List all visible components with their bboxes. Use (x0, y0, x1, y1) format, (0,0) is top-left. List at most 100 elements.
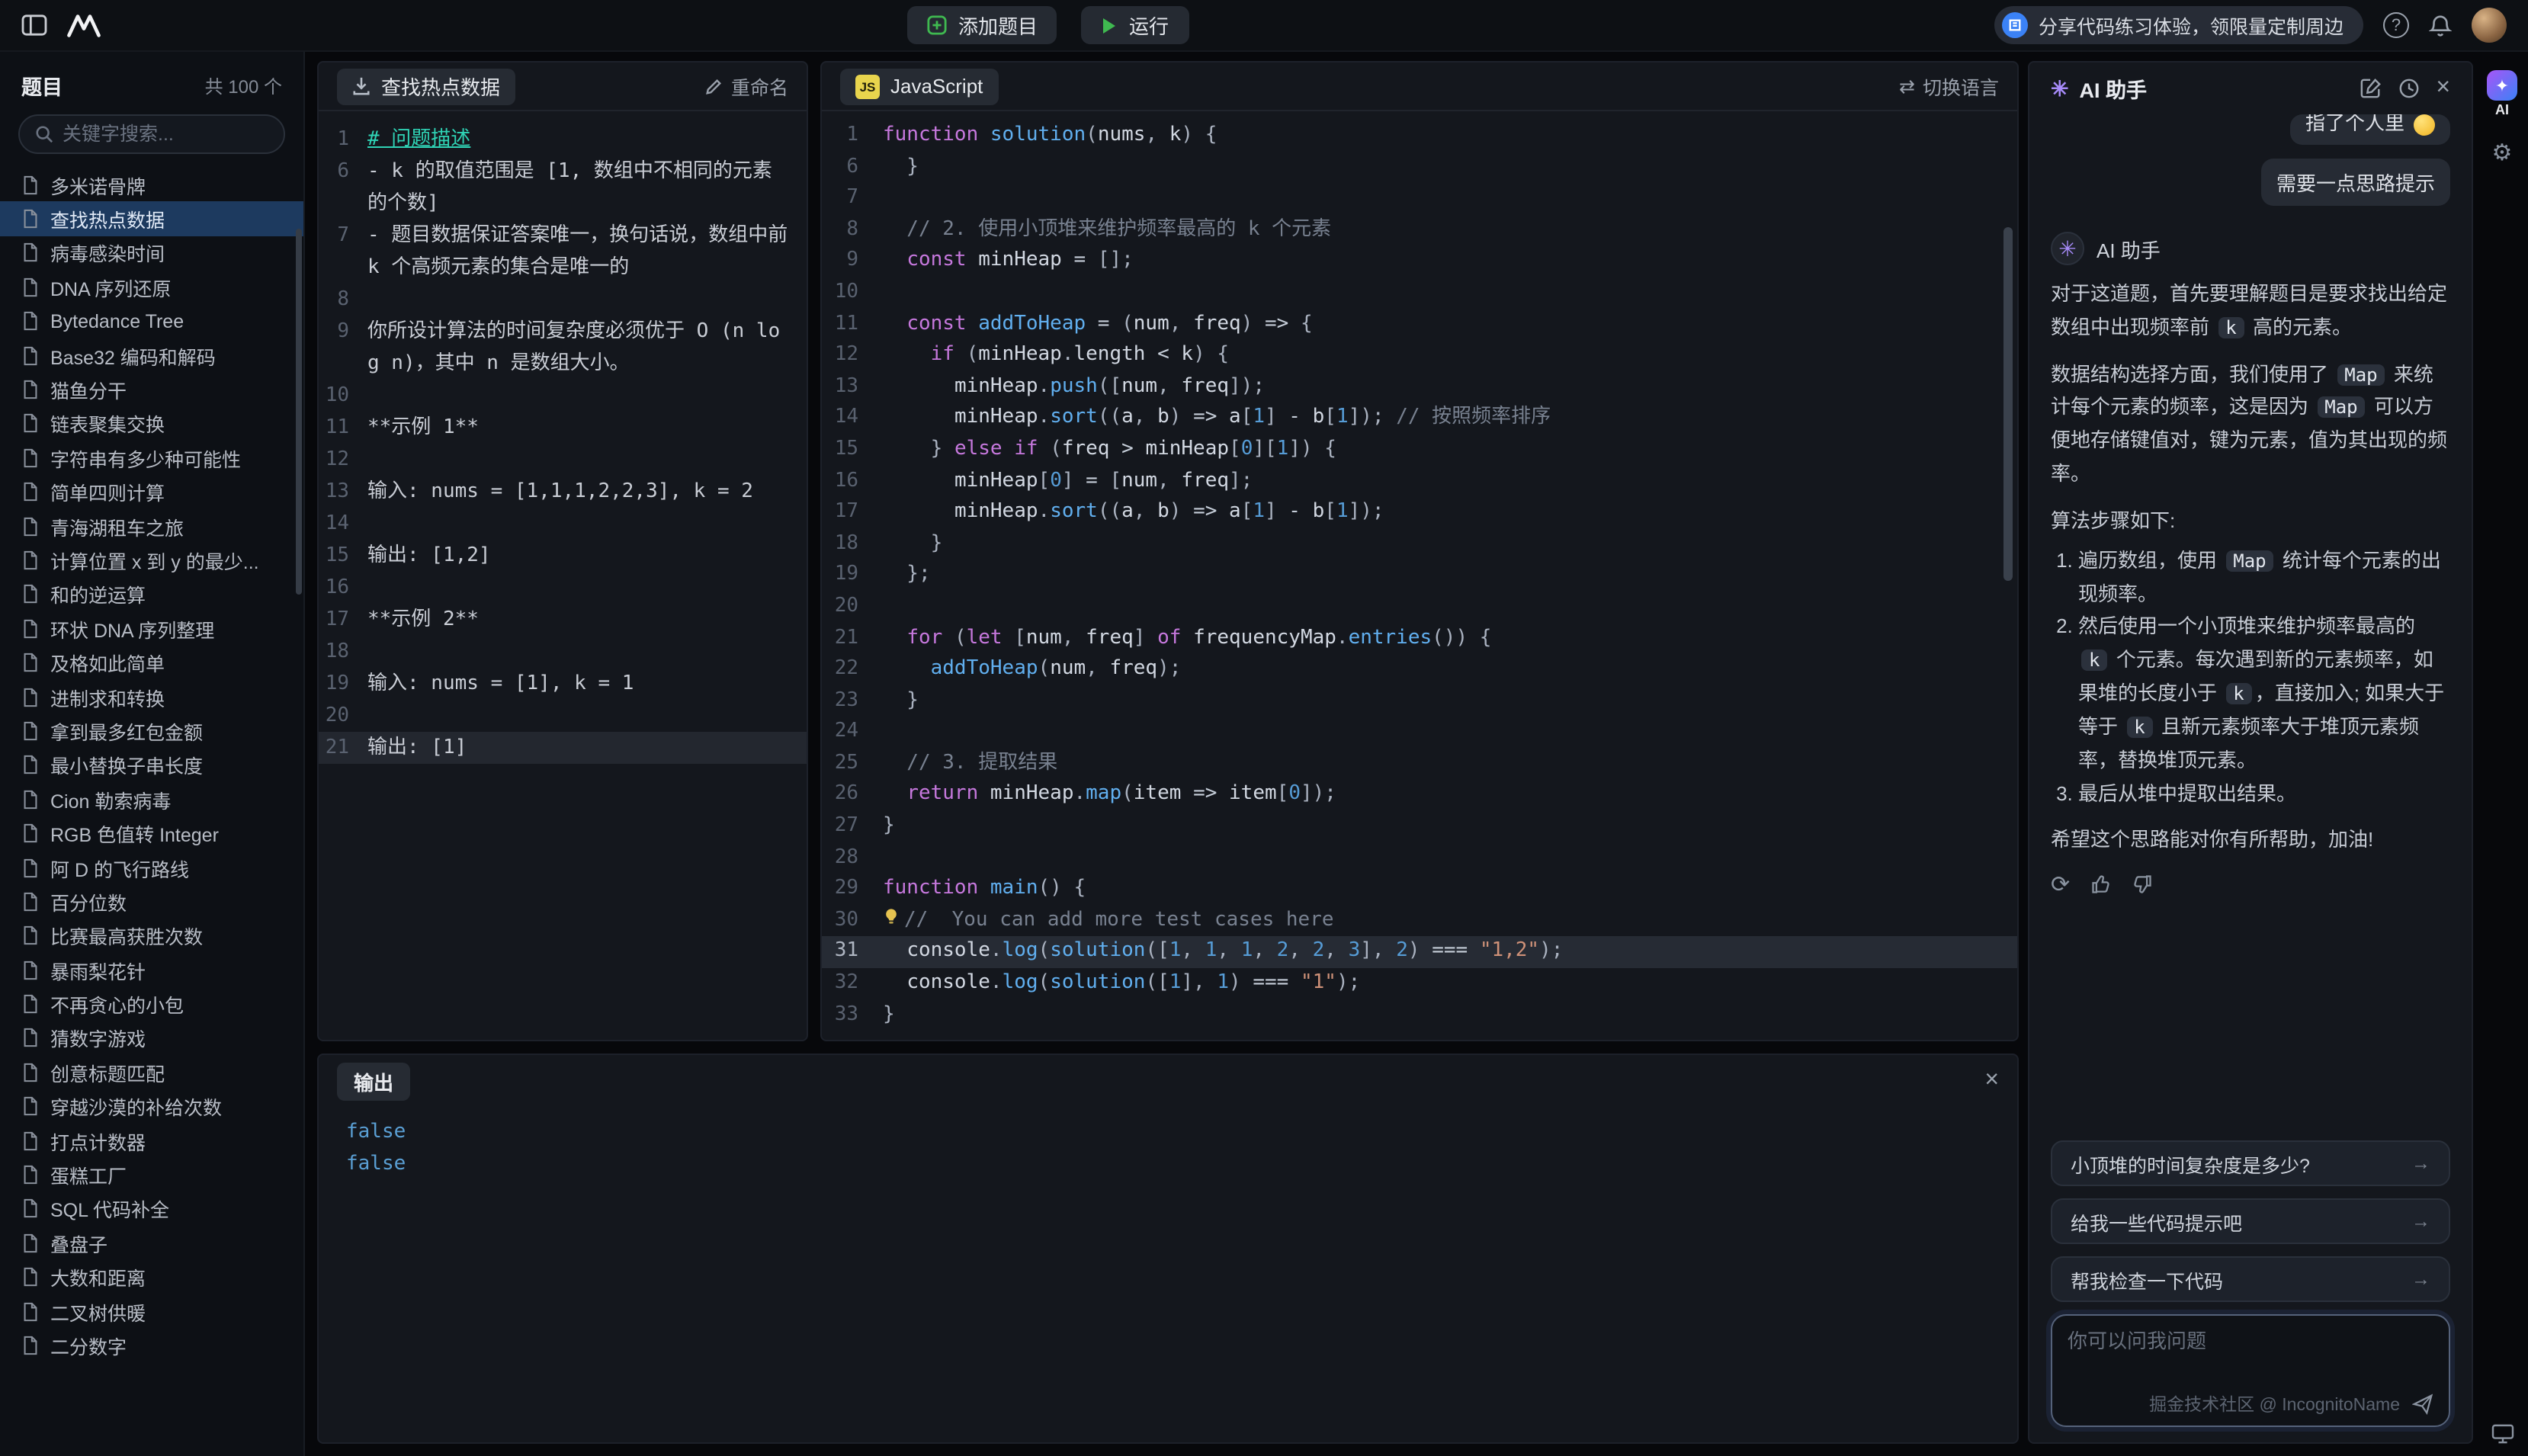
problem-line[interactable]: 8 (319, 284, 807, 316)
problem-markdown-editor[interactable]: 1# 问题描述6- k 的取值范围是 [1, 数组中不相同的元素的个数]7- 题… (319, 111, 807, 1040)
sidebar-item[interactable]: 病毒感染时间 (0, 236, 303, 271)
rename-button[interactable]: 重命名 (705, 72, 788, 101)
search-input[interactable] (63, 123, 268, 145)
problem-line[interactable]: 1# 问题描述 (319, 123, 807, 156)
add-problem-button[interactable]: 添加题目 (908, 6, 1057, 44)
sidebar-item[interactable]: 进制求和转换 (0, 680, 303, 714)
code-line[interactable]: 22 addToHeap(num, freq); (822, 654, 2017, 685)
sidebar-item[interactable]: 多米诺骨牌 (0, 168, 303, 202)
code-line[interactable]: 24 (822, 717, 2017, 749)
code-line[interactable]: 16 minHeap[0] = [num, freq]; (822, 466, 2017, 497)
sidebar-item[interactable]: 比赛最高获胜次数 (0, 919, 303, 953)
sidebar-item[interactable]: RGB 色值转 Integer (0, 816, 303, 851)
problem-line[interactable]: 9你所设计算法的时间复杂度必须优于 O (n log n)，其中 n 是数组大小… (319, 316, 807, 380)
code-line[interactable]: 8 // 2. 使用小顶堆来维护频率最高的 k 个元素 (822, 215, 2017, 246)
suggestion-pill[interactable]: 帮我检查一下代码→ (2051, 1256, 2450, 1302)
thumbs-down-icon[interactable] (2131, 874, 2152, 896)
code-line[interactable]: 13 minHeap.push([num, freq]); (822, 372, 2017, 403)
code-line[interactable]: 28 (822, 842, 2017, 874)
new-chat-icon[interactable] (2360, 78, 2381, 99)
panel-toggle-icon[interactable] (21, 14, 47, 37)
ai-assistant-toggle[interactable]: ✦ AI (2487, 70, 2517, 117)
sidebar-item[interactable]: 不再贪心的小包 (0, 987, 303, 1021)
problem-line[interactable]: 13输入: nums = [1,1,1,2,2,3], k = 2 (319, 476, 807, 508)
thumbs-up-icon[interactable] (2090, 874, 2111, 896)
code-line[interactable]: 11 const addToHeap = (num, freq) => { (822, 309, 2017, 340)
sidebar-item[interactable]: 蛋糕工厂 (0, 1158, 303, 1192)
regenerate-icon[interactable]: ⟳ (2051, 871, 2070, 899)
problem-line[interactable]: 20 (319, 700, 807, 732)
promo-banner[interactable]: 分享代码练习体验，领限量定制周边 (1994, 6, 2363, 44)
sidebar-item[interactable]: 字符串有多少种可能性 (0, 441, 303, 475)
sidebar-scrollbar[interactable] (296, 229, 302, 595)
sidebar-item[interactable]: 计算位置 x 到 y 的最少... (0, 544, 303, 578)
dock-panel-icon[interactable] (2491, 1424, 2514, 1444)
sidebar-item[interactable]: SQL 代码补全 (0, 1191, 303, 1226)
code-line[interactable]: 14 minHeap.sort((a, b) => a[1] - b[1]); … (822, 403, 2017, 435)
sidebar-item[interactable]: DNA 序列还原 (0, 270, 303, 304)
sidebar-item[interactable]: 猜数字游戏 (0, 1021, 303, 1056)
code-line[interactable]: 15 } else if (freq > minHeap[0][1]) { (822, 435, 2017, 466)
code-line[interactable]: 1function solution(nums, k) { (822, 120, 2017, 152)
sidebar-item[interactable]: 二分数字 (0, 1329, 303, 1363)
search-box[interactable] (18, 114, 285, 154)
sidebar-item[interactable]: 打点计数器 (0, 1124, 303, 1158)
suggestion-pill[interactable]: 小顶堆的时间复杂度是多少?→ (2051, 1140, 2450, 1186)
code-line[interactable]: 12 if (minHeap.length < k) { (822, 340, 2017, 371)
code-line[interactable]: 30// You can add more test cases here (822, 906, 2017, 937)
run-button[interactable]: 运行 (1082, 6, 1189, 44)
problem-line[interactable]: 17**示例 2** (319, 604, 807, 636)
problem-line[interactable]: 15输出: [1,2] (319, 540, 807, 572)
problem-line[interactable]: 14 (319, 508, 807, 540)
sidebar-item[interactable]: 拿到最多红包金额 (0, 714, 303, 749)
code-line[interactable]: 6 } (822, 152, 2017, 183)
sidebar-item[interactable]: 阿 D 的飞行路线 (0, 851, 303, 885)
ai-input-box[interactable]: 掘金技术社区 @ IncognitoName (2051, 1314, 2450, 1427)
code-line[interactable]: 21 for (let [num, freq] of frequencyMap.… (822, 623, 2017, 654)
code-line[interactable]: 29function main() { (822, 874, 2017, 906)
output-tab[interactable]: 输出 (337, 1062, 410, 1100)
sidebar-item[interactable]: 猫鱼分干 (0, 373, 303, 407)
sidebar-item[interactable]: 暴雨梨花针 (0, 953, 303, 987)
suggestion-pill[interactable]: 给我一些代码提示吧→ (2051, 1198, 2450, 1244)
code-line[interactable]: 19 }; (822, 560, 2017, 592)
settings-gear-icon[interactable]: ⚙ (2492, 139, 2513, 166)
history-icon[interactable] (2398, 78, 2419, 99)
problem-line[interactable]: 21输出: [1] (319, 732, 807, 764)
problem-line[interactable]: 18 (319, 636, 807, 668)
sidebar-item[interactable]: 穿越沙漠的补给次数 (0, 1089, 303, 1124)
sidebar-item[interactable]: 链表聚集交换 (0, 406, 303, 441)
sidebar-item[interactable]: 查找热点数据 (0, 202, 303, 236)
sidebar-item[interactable]: 和的逆运算 (0, 577, 303, 611)
brand-logo-icon[interactable] (66, 13, 102, 37)
sidebar-item[interactable]: Base32 编码和解码 (0, 338, 303, 373)
sidebar-item[interactable]: 叠盘子 (0, 1226, 303, 1260)
problem-line[interactable]: 12 (319, 444, 807, 476)
problem-title-button[interactable]: 查找热点数据 (337, 68, 515, 104)
sidebar-item[interactable]: 简单四则计算 (0, 475, 303, 509)
ai-question-input[interactable] (2068, 1329, 2433, 1352)
close-output-icon[interactable]: × (1984, 1069, 1999, 1093)
lightbulb-icon[interactable] (883, 907, 900, 925)
send-icon[interactable] (2412, 1393, 2433, 1415)
code-line[interactable]: 17 minHeap.sort((a, b) => a[1] - b[1]); (822, 497, 2017, 528)
code-editor[interactable]: 1function solution(nums, k) {6 }78 // 2.… (822, 111, 2017, 1040)
code-line[interactable]: 20 (822, 592, 2017, 623)
editor-scrollbar[interactable] (2003, 227, 2013, 581)
code-line[interactable]: 18 } (822, 528, 2017, 560)
problem-line[interactable]: 11**示例 1** (319, 412, 807, 444)
sidebar-item[interactable]: 青海湖租车之旅 (0, 509, 303, 544)
code-line[interactable]: 26 return minHeap.map(item => item[0]); (822, 780, 2017, 811)
sidebar-item[interactable]: 及格如此简单 (0, 646, 303, 680)
code-line[interactable]: 7 (822, 183, 2017, 214)
sidebar-item[interactable]: 百分位数 (0, 884, 303, 919)
sidebar-item[interactable]: Bytedance Tree (0, 304, 303, 338)
sidebar-item[interactable]: 环状 DNA 序列整理 (0, 611, 303, 646)
problem-line[interactable]: 6- k 的取值范围是 [1, 数组中不相同的元素的个数] (319, 156, 807, 220)
help-icon[interactable]: ? (2383, 12, 2409, 38)
problem-line[interactable]: 19输入: nums = [1], k = 1 (319, 668, 807, 700)
code-line[interactable]: 31 console.log(solution([1, 1, 1, 2, 2, … (822, 937, 2017, 968)
sidebar-item[interactable]: 大数和距离 (0, 1260, 303, 1294)
close-ai-icon[interactable]: × (2436, 75, 2450, 102)
language-tab[interactable]: JS JavaScript (840, 68, 998, 104)
